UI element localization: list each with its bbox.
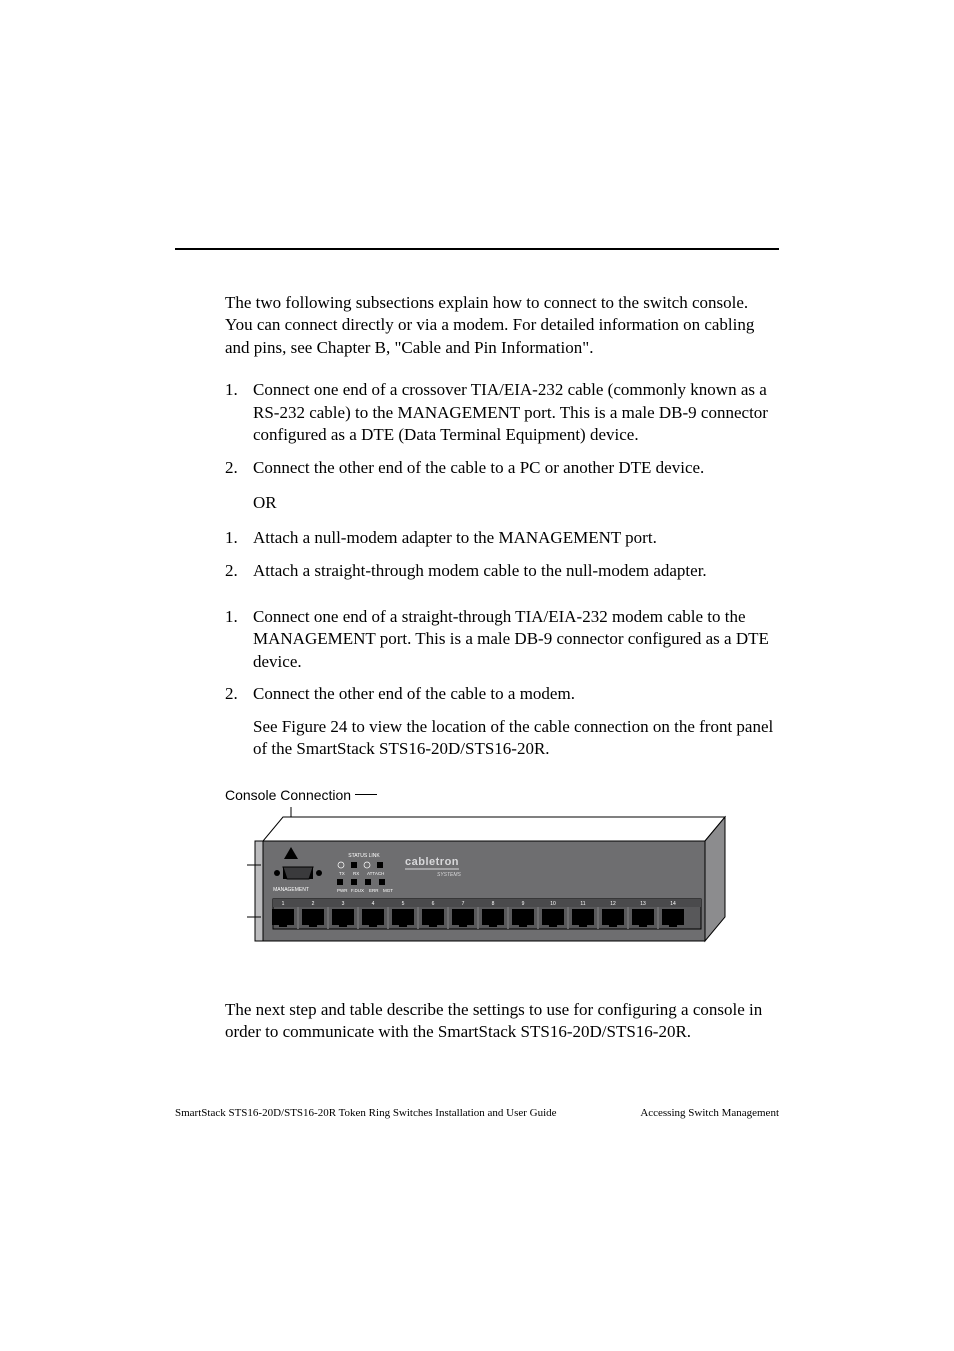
svg-text:F.DUX: F.DUX <box>351 888 364 893</box>
modem-connect-list: 1. Connect one end of a straight-through… <box>225 606 779 706</box>
callout-leader <box>355 794 377 795</box>
list-body: Attach a straight-through modem cable to… <box>253 560 779 582</box>
intro-paragraph: The two following subsections explain ho… <box>225 292 779 359</box>
list-body: Connect the other end of the cable to a … <box>253 683 779 705</box>
svg-text:9: 9 <box>522 901 525 907</box>
list-item: 2. Attach a straight-through modem cable… <box>225 560 779 582</box>
list-body: Connect the other end of the cable to a … <box>253 457 779 479</box>
direct-alt-list: 1. Attach a null-modem adapter to the MA… <box>225 527 779 582</box>
svg-text:5: 5 <box>402 901 405 907</box>
figure-24: Console Connection <box>225 787 779 967</box>
list-body: Connect one end of a crossover TIA/EIA-2… <box>253 379 779 446</box>
svg-text:10: 10 <box>550 901 556 907</box>
closing-paragraph: The next step and table describe the set… <box>225 999 779 1044</box>
list-item: 2. Connect the other end of the cable to… <box>225 683 779 705</box>
svg-text:7: 7 <box>462 901 465 907</box>
direct-connect-list: 1. Connect one end of a crossover TIA/EI… <box>225 379 779 479</box>
page-footer: SmartStack STS16-20D/STS16-20R Token Rin… <box>175 1107 779 1119</box>
figure-callout: Console Connection <box>225 787 351 803</box>
svg-text:1: 1 <box>282 901 285 907</box>
management-label: MANAGEMENT <box>273 887 309 893</box>
svg-text:TX: TX <box>339 871 345 876</box>
list-marker: 2. <box>225 683 253 705</box>
svg-text:PWR: PWR <box>337 888 348 893</box>
list-item: 2. Connect the other end of the cable to… <box>225 457 779 479</box>
list-body: Attach a null-modem adapter to the MANAG… <box>253 527 779 549</box>
list-marker: 1. <box>225 379 253 446</box>
list-body: Connect one end of a straight-through TI… <box>253 606 779 673</box>
svg-text:12: 12 <box>610 901 616 907</box>
content-area: The two following subsections explain ho… <box>175 248 779 1043</box>
svg-text:MGT: MGT <box>383 888 393 893</box>
top-rule <box>175 248 779 250</box>
page: The two following subsections explain ho… <box>0 0 954 1351</box>
svg-text:4: 4 <box>372 901 375 907</box>
list-marker: 1. <box>225 527 253 549</box>
svg-text:14: 14 <box>670 901 676 907</box>
spacer <box>225 592 779 606</box>
svg-text:SYSTEMS: SYSTEMS <box>437 872 462 878</box>
list-marker: 2. <box>225 560 253 582</box>
svg-text:11: 11 <box>580 901 585 907</box>
svg-text:ATTACH: ATTACH <box>367 871 384 876</box>
list-item: 1. Connect one end of a straight-through… <box>225 606 779 673</box>
list-marker: 1. <box>225 606 253 673</box>
switch-device-illustration: MANAGEMENT STATUS LINK TX RX ATTACH <box>225 807 729 967</box>
svg-text:13: 13 <box>640 901 646 907</box>
figure-callout-line: Console Connection <box>225 787 779 803</box>
svg-text:ERR: ERR <box>369 888 379 893</box>
svg-text:STATUS LINK: STATUS LINK <box>348 853 380 859</box>
list-item: 1. Connect one end of a crossover TIA/EI… <box>225 379 779 446</box>
see-figure-note: See Figure 24 to view the location of th… <box>253 716 779 761</box>
svg-text:cabletron: cabletron <box>405 856 459 868</box>
svg-text:2: 2 <box>312 901 315 907</box>
svg-text:3: 3 <box>342 901 345 907</box>
footer-right: Accessing Switch Management <box>640 1107 779 1119</box>
svg-text:RX: RX <box>353 871 359 876</box>
list-marker: 2. <box>225 457 253 479</box>
or-separator: OR <box>253 493 779 513</box>
footer-left: SmartStack STS16-20D/STS16-20R Token Rin… <box>175 1107 557 1119</box>
svg-text:8: 8 <box>492 901 495 907</box>
list-item: 1. Attach a null-modem adapter to the MA… <box>225 527 779 549</box>
svg-text:6: 6 <box>432 901 435 907</box>
